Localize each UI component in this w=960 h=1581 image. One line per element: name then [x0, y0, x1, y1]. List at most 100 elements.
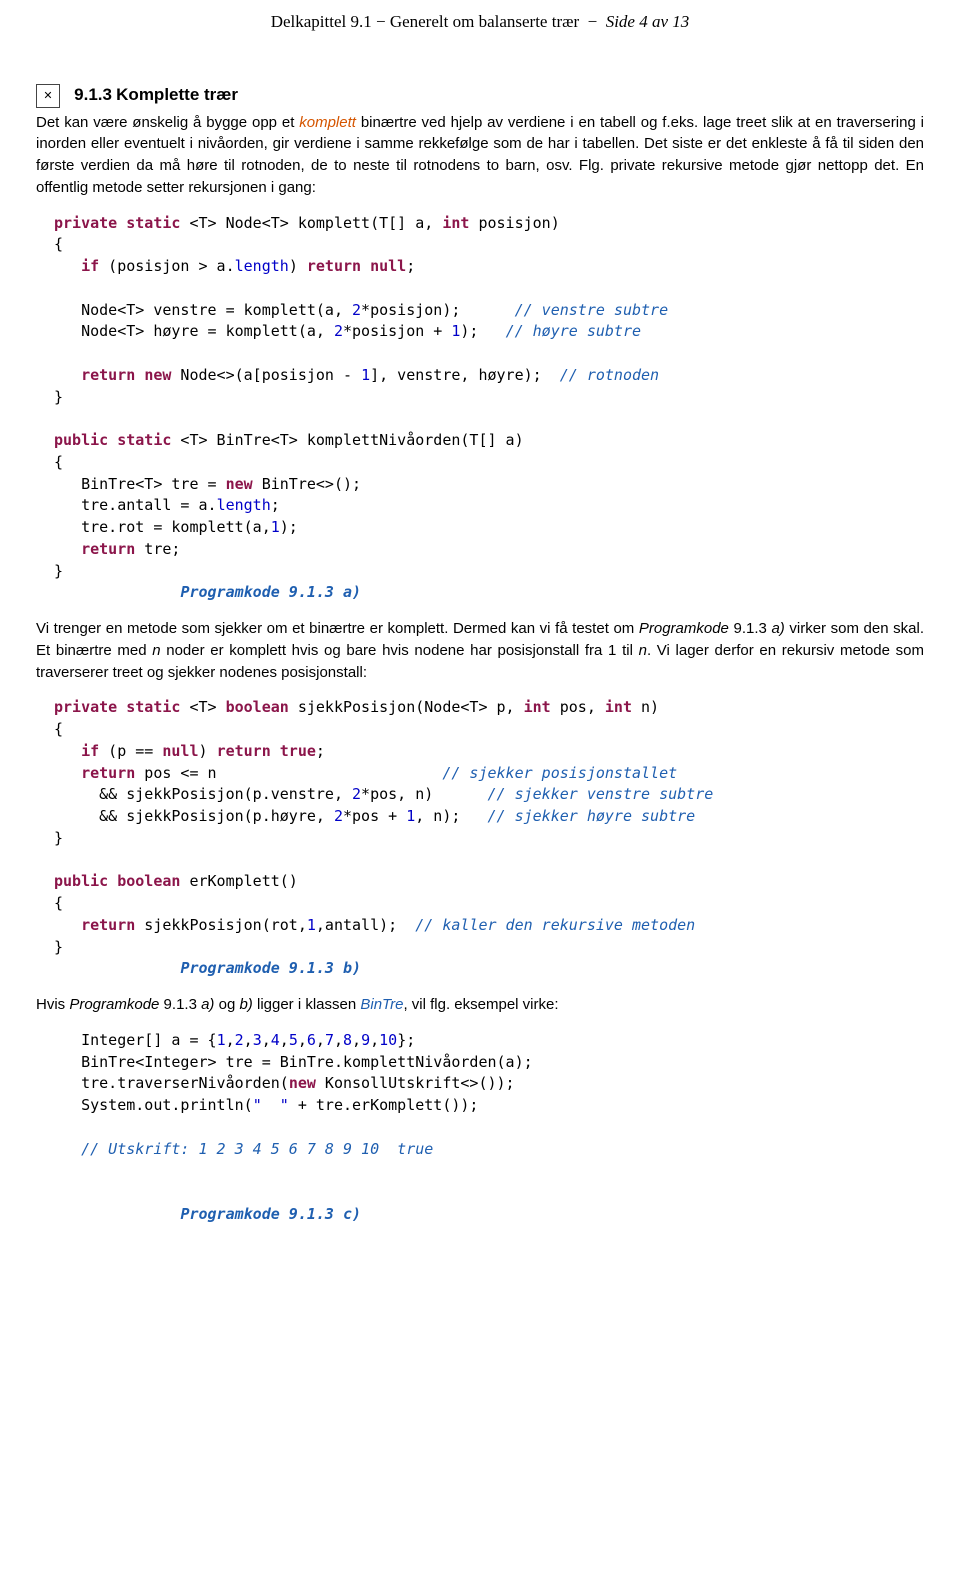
- page-header: Delkapittel 9.1 − Generelt om balanserte…: [36, 10, 924, 35]
- comment: // venstre subtre: [515, 301, 669, 319]
- comment: // rotnoden: [560, 366, 659, 384]
- code-text: && sjekkPosisjon(p.venstre,: [54, 785, 352, 803]
- comma: ,: [262, 1031, 271, 1049]
- intro-text-a: Det kan være ønskelig å bygge opp et: [36, 114, 299, 131]
- section-icon: ✕: [36, 84, 60, 108]
- term-komplett: komplett: [299, 114, 356, 131]
- semi: ;: [271, 496, 280, 514]
- num-2: 2: [334, 322, 343, 340]
- comma: ,: [316, 1031, 325, 1049]
- comma: ,: [280, 1031, 289, 1049]
- kw-if: if: [81, 742, 99, 760]
- ref-programkode: Programkode: [69, 996, 159, 1013]
- kw-private: private: [54, 698, 117, 716]
- text: Hvis: [36, 996, 69, 1013]
- code-text: [54, 257, 81, 275]
- num-1: 1: [406, 807, 415, 825]
- semi: ;: [406, 257, 415, 275]
- code-text: tre;: [135, 540, 180, 558]
- num-1: 1: [361, 366, 370, 384]
- kw-static: static: [117, 431, 171, 449]
- code-text: tre.traverserNivåorden(: [54, 1074, 289, 1092]
- kw-int: int: [442, 214, 469, 232]
- kw-new: new: [144, 366, 171, 384]
- code-text: posisjon): [469, 214, 559, 232]
- num: 9: [361, 1031, 370, 1049]
- num-1: 1: [271, 518, 280, 536]
- code-text: *pos +: [343, 807, 406, 825]
- class-bintre: BinTre: [360, 996, 403, 1013]
- kw-boolean: boolean: [117, 872, 180, 890]
- code-text: BinTre<T> tre =: [54, 475, 226, 493]
- ref-b: b): [239, 996, 252, 1013]
- length: length: [217, 496, 271, 514]
- ref-num: 9.1.3: [729, 620, 772, 637]
- brace: }: [54, 562, 63, 580]
- code-text: Integer[] a = {: [54, 1031, 217, 1049]
- code-text: Node<>(a[posisjon -: [171, 366, 361, 384]
- brace: {: [54, 894, 63, 912]
- kw-return: return: [81, 764, 135, 782]
- comma: ,: [370, 1031, 379, 1049]
- kw-new: new: [289, 1074, 316, 1092]
- kw-return: return: [307, 257, 361, 275]
- kw-return: return: [81, 540, 135, 558]
- chapter-label: Delkapittel 9.1 − Generelt om balanserte…: [271, 12, 579, 31]
- code-text: BinTre<Integer> tre = BinTre.komplettNiv…: [54, 1053, 533, 1071]
- kw-null: null: [370, 257, 406, 275]
- comment: // sjekker høyre subtre: [488, 807, 696, 825]
- text: ligger i klassen: [253, 996, 361, 1013]
- num: 8: [343, 1031, 352, 1049]
- num: 2: [235, 1031, 244, 1049]
- brace: {: [54, 720, 63, 738]
- code-text: sjekkPosisjon(Node<T> p,: [289, 698, 524, 716]
- brace: }: [54, 938, 63, 956]
- num: 5: [289, 1031, 298, 1049]
- num-2: 2: [334, 807, 343, 825]
- brace: {: [54, 235, 63, 253]
- mid-paragraph: Vi trenger en metode som sjekker om et b…: [36, 618, 924, 683]
- intro-paragraph: Det kan være ønskelig å bygge opp et kom…: [36, 112, 924, 199]
- code-text: Node<T> høyre = komplett(a,: [54, 322, 334, 340]
- page-container: Delkapittel 9.1 − Generelt om balanserte…: [0, 0, 960, 1581]
- var-n: n: [639, 642, 647, 659]
- code-listing-c: Integer[] a = {1,2,3,4,5,6,7,8,9,10}; Bi…: [54, 1030, 924, 1226]
- code-text: <T> Node<T> komplett(T[] a,: [180, 214, 442, 232]
- section-title: Komplette trær: [116, 85, 238, 104]
- comment: // høyre subtre: [506, 322, 641, 340]
- semi: ;: [316, 742, 325, 760]
- code-text: (p ==: [99, 742, 162, 760]
- kw-public: public: [54, 872, 108, 890]
- comment-output: // Utskrift: 1 2 3 4 5 6 7 8 9 10 true: [81, 1140, 433, 1158]
- comma: ,: [226, 1031, 235, 1049]
- code-text: ], venstre, høyre);: [370, 366, 551, 384]
- kw-true: true: [280, 742, 316, 760]
- comma: ,: [334, 1031, 343, 1049]
- comma: ,: [244, 1031, 253, 1049]
- num-2: 2: [352, 785, 361, 803]
- code-text: <T> BinTre<T> komplettNivåorden(T[] a): [171, 431, 523, 449]
- comma: ,: [298, 1031, 307, 1049]
- kw-private: private: [54, 214, 117, 232]
- num: 10: [379, 1031, 397, 1049]
- page-number-label: Side 4 av 13: [606, 12, 690, 31]
- length: length: [235, 257, 289, 275]
- code-text: tre.rot = komplett(a,: [54, 518, 271, 536]
- comment: // sjekker venstre subtre: [487, 785, 713, 803]
- num: 3: [253, 1031, 262, 1049]
- code-text: + tre.erKomplett());: [289, 1096, 479, 1114]
- code-text: System.out.println(: [54, 1096, 253, 1114]
- mid-text-c: noder er komplett hvis og bare hvis node…: [161, 642, 639, 659]
- code-caption-c: Programkode 9.1.3 c): [180, 1205, 361, 1223]
- code-text: sjekkPosisjon(rot,: [135, 916, 307, 934]
- kw-public: public: [54, 431, 108, 449]
- code-text: pos,: [551, 698, 605, 716]
- code-text: pos <= n: [135, 764, 216, 782]
- code-text: Node<T> venstre = komplett(a,: [54, 301, 352, 319]
- code-text: );: [460, 322, 478, 340]
- kw-if: if: [81, 257, 99, 275]
- code-text: KonsollUtskrift<>());: [316, 1074, 515, 1092]
- code-text: && sjekkPosisjon(p.høyre,: [54, 807, 334, 825]
- num-1: 1: [307, 916, 316, 934]
- code-text: n): [632, 698, 659, 716]
